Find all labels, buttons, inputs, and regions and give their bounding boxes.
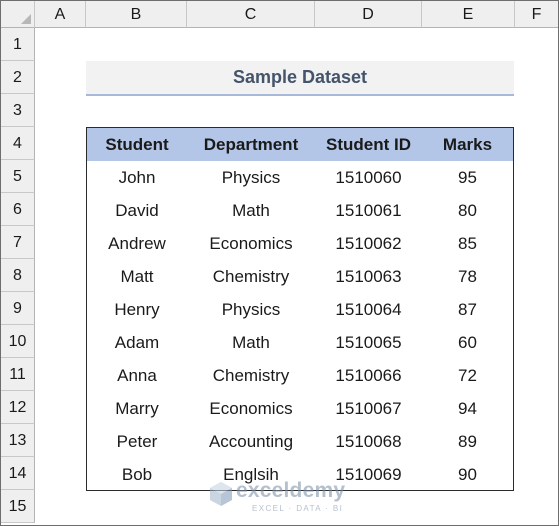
column-header-e[interactable]: E [422, 1, 515, 28]
table-cell[interactable]: Adam [87, 326, 187, 359]
table-cell[interactable]: 80 [422, 194, 513, 227]
table-cell[interactable]: Physics [187, 161, 315, 194]
table-cell[interactable]: 89 [422, 425, 513, 458]
watermark-tagline: EXCEL · DATA · BI [252, 504, 344, 513]
column-header-d[interactable]: D [315, 1, 422, 28]
select-all-corner[interactable] [1, 1, 35, 28]
table-row: Peter Accounting 1510068 89 [87, 425, 513, 458]
dataset-title[interactable]: Sample Dataset [86, 61, 514, 96]
table-cell[interactable]: 1510063 [315, 260, 422, 293]
table-cell[interactable]: Henry [87, 293, 187, 326]
row-header-5[interactable]: 5 [1, 160, 35, 193]
table-row: David Math 1510061 80 [87, 194, 513, 227]
row-header-3[interactable]: 3 [1, 94, 35, 127]
row-header-4[interactable]: 4 [1, 127, 35, 160]
table-row: Matt Chemistry 1510063 78 [87, 260, 513, 293]
table-cell[interactable]: Accounting [187, 425, 315, 458]
table-cell[interactable]: 87 [422, 293, 513, 326]
table-cell[interactable]: Peter [87, 425, 187, 458]
table-cell[interactable]: Chemistry [187, 359, 315, 392]
table-cell[interactable]: 85 [422, 227, 513, 260]
table-cell[interactable]: David [87, 194, 187, 227]
table-cell[interactable]: Math [187, 194, 315, 227]
table-header-row: Student Department Student ID Marks [87, 128, 513, 161]
table-row: Anna Chemistry 1510066 72 [87, 359, 513, 392]
table-cell[interactable]: Marry [87, 392, 187, 425]
select-all-triangle-icon [21, 14, 31, 24]
row-header-8[interactable]: 8 [1, 259, 35, 292]
table-cell[interactable]: Physics [187, 293, 315, 326]
table-cell[interactable]: Economics [187, 392, 315, 425]
table-cell[interactable]: Math [187, 326, 315, 359]
row-header-10[interactable]: 10 [1, 325, 35, 358]
table-cell[interactable]: Matt [87, 260, 187, 293]
table-cell[interactable]: 1510067 [315, 392, 422, 425]
row-header-9[interactable]: 9 [1, 292, 35, 325]
table-header-cell[interactable]: Marks [422, 128, 513, 161]
column-header-bar: A B C D E F [1, 1, 558, 28]
table-header-cell[interactable]: Department [187, 128, 315, 161]
table-cell[interactable]: 1510064 [315, 293, 422, 326]
column-header-b[interactable]: B [86, 1, 187, 28]
table-cell[interactable]: 72 [422, 359, 513, 392]
table-cell[interactable]: 1510066 [315, 359, 422, 392]
table-cell[interactable]: 1510068 [315, 425, 422, 458]
row-header-11[interactable]: 11 [1, 358, 35, 391]
table-cell[interactable]: 78 [422, 260, 513, 293]
table-cell[interactable]: Anna [87, 359, 187, 392]
row-header-15[interactable]: 15 [1, 490, 35, 523]
table-cell[interactable]: 1510060 [315, 161, 422, 194]
row-header-13[interactable]: 13 [1, 424, 35, 457]
table-cell[interactable]: 1510069 [315, 458, 422, 491]
table-cell[interactable]: 1510065 [315, 326, 422, 359]
table-header-cell[interactable]: Student ID [315, 128, 422, 161]
table-cell[interactable]: 1510062 [315, 227, 422, 260]
table-cell[interactable]: Englsih [187, 458, 315, 491]
column-header-a[interactable]: A [35, 1, 86, 28]
table-header-cell[interactable]: Student [87, 128, 187, 161]
row-header-1[interactable]: 1 [1, 28, 35, 61]
row-header-14[interactable]: 14 [1, 457, 35, 490]
table-cell[interactable]: 90 [422, 458, 513, 491]
row-header-6[interactable]: 6 [1, 193, 35, 226]
table-row: Marry Economics 1510067 94 [87, 392, 513, 425]
table-row: Adam Math 1510065 60 [87, 326, 513, 359]
table-row: Bob Englsih 1510069 90 [87, 458, 513, 491]
row-header-12[interactable]: 12 [1, 391, 35, 424]
table-cell[interactable]: 60 [422, 326, 513, 359]
table-cell[interactable]: 94 [422, 392, 513, 425]
table-cell[interactable]: Andrew [87, 227, 187, 260]
table-row: John Physics 1510060 95 [87, 161, 513, 194]
row-header-2[interactable]: 2 [1, 61, 35, 94]
table-cell[interactable]: Bob [87, 458, 187, 491]
table-row: Andrew Economics 1510062 85 [87, 227, 513, 260]
row-header-7[interactable]: 7 [1, 226, 35, 259]
column-header-c[interactable]: C [187, 1, 315, 28]
data-table: Student Department Student ID Marks John Phys… [86, 127, 514, 491]
column-header-f[interactable]: F [515, 1, 558, 28]
table-cell[interactable]: Economics [187, 227, 315, 260]
spreadsheet: A B C D E F 1 2 3 4 5 6 7 8 9 10 11 12 13 14 15 Sample… [0, 0, 559, 526]
table-row: Henry Physics 1510064 87 [87, 293, 513, 326]
table-cell[interactable]: 95 [422, 161, 513, 194]
table-cell[interactable]: John [87, 161, 187, 194]
table-cell[interactable]: 1510061 [315, 194, 422, 227]
table-cell[interactable]: Chemistry [187, 260, 315, 293]
